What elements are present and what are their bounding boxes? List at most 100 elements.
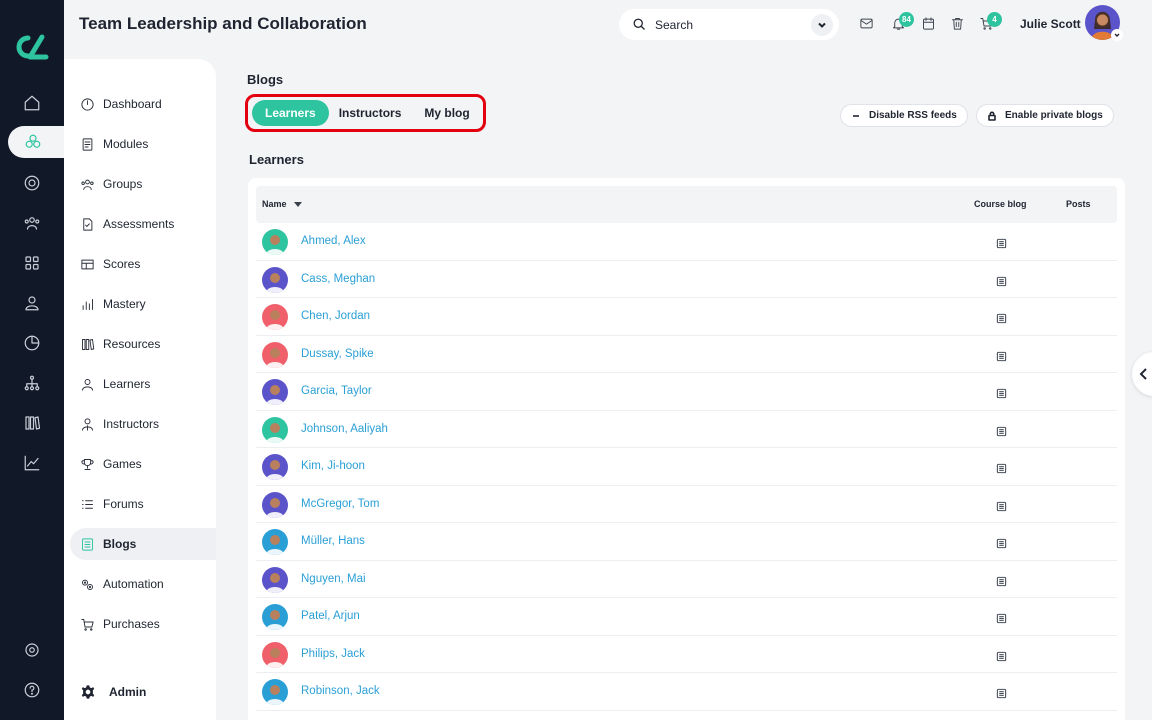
- icon-rail: [0, 0, 80, 720]
- sidebar-item-assessments[interactable]: Assessments: [70, 208, 216, 240]
- avatar: [262, 491, 288, 518]
- sidebar-item-automation[interactable]: Automation: [70, 568, 216, 600]
- sidebar-item-blogs[interactable]: Blogs: [70, 528, 216, 560]
- tab-my-blog[interactable]: My blog: [411, 100, 482, 126]
- profile-icon[interactable]: [16, 287, 48, 319]
- table-row: Patel, Arjun: [256, 598, 1117, 636]
- mail-icon[interactable]: [859, 16, 875, 32]
- instructors-icon: [82, 417, 93, 431]
- learner-name-link[interactable]: Ahmed, Alex: [301, 235, 366, 247]
- disable-rss-label: Disable RSS feeds: [869, 110, 957, 121]
- tab-learners[interactable]: Learners: [252, 100, 329, 126]
- learner-name-link[interactable]: Chen, Jordan: [301, 310, 370, 322]
- help-icon[interactable]: [16, 674, 48, 706]
- sidebar-item-label: Modules: [103, 137, 149, 151]
- blog-tabs: Learners Instructors My blog: [245, 94, 486, 132]
- search-dropdown-button[interactable]: [811, 14, 833, 36]
- sidebar-item-groups[interactable]: Groups: [70, 168, 216, 200]
- sidebar-item-mastery[interactable]: Mastery: [70, 288, 216, 320]
- sidebar-item-label: Forums: [103, 497, 144, 511]
- learner-name-link[interactable]: McGregor, Tom: [301, 498, 379, 510]
- users-icon[interactable]: [16, 207, 48, 239]
- sidebar-item-instructors[interactable]: Instructors: [70, 408, 216, 440]
- learner-name-link[interactable]: Garcia, Taylor: [301, 385, 372, 397]
- table-row: Garcia, Taylor: [256, 373, 1117, 411]
- disable-rss-button[interactable]: Disable RSS feeds: [840, 104, 968, 127]
- learner-name-link[interactable]: Nguyen, Mai: [301, 573, 366, 585]
- enable-private-blogs-button[interactable]: Enable private blogs: [976, 104, 1114, 127]
- course-blog-icon[interactable]: [996, 499, 1007, 511]
- avatar: [262, 229, 288, 255]
- course-blog-icon[interactable]: [996, 424, 1007, 436]
- learner-name-link[interactable]: Kim, Ji-hoon: [301, 460, 365, 472]
- learner-name-link[interactable]: Dussay, Spike: [301, 348, 374, 360]
- calendar-icon[interactable]: [921, 16, 937, 32]
- sidebar-item-label: Resources: [103, 337, 161, 351]
- pie-chart-icon[interactable]: [16, 327, 48, 359]
- sidebar-item-label: Blogs: [103, 537, 137, 551]
- course-blog-icon[interactable]: [996, 311, 1007, 324]
- sort-down-icon: [293, 201, 302, 207]
- course-blog-icon[interactable]: [996, 649, 1007, 661]
- name-column-header[interactable]: Name: [262, 199, 302, 209]
- tab-instructors[interactable]: Instructors: [326, 100, 415, 126]
- sidebar-item-purchases[interactable]: Purchases: [70, 608, 216, 640]
- user-name[interactable]: Julie Scott: [1020, 17, 1081, 31]
- sidebar-item-dashboard[interactable]: Dashboard: [70, 88, 216, 120]
- course-blog-column-header: Course blog: [974, 199, 1027, 209]
- learner-name-link[interactable]: Müller, Hans: [301, 535, 365, 547]
- learner-name-link[interactable]: Philips, Jack: [301, 648, 365, 660]
- course-blog-icon[interactable]: [996, 349, 1007, 361]
- blogs-icon: [82, 537, 93, 551]
- table-row: Robinson, Jack: [256, 673, 1117, 711]
- modules-icon: [82, 137, 93, 151]
- course-blog-icon[interactable]: [996, 686, 1007, 699]
- course-blog-icon[interactable]: [996, 386, 1007, 399]
- hierarchy-icon[interactable]: [16, 367, 48, 399]
- search-input[interactable]: Search: [619, 9, 839, 40]
- sidebar-item-label: Purchases: [103, 617, 160, 631]
- resources-icon: [82, 338, 95, 350]
- avatar: [262, 641, 288, 668]
- course-blog-icon[interactable]: [996, 574, 1007, 586]
- course-blog-icon[interactable]: [996, 236, 1007, 249]
- settings-icon[interactable]: [16, 634, 48, 666]
- course-blog-icon[interactable]: [996, 274, 1007, 286]
- learner-name-link[interactable]: Cass, Meghan: [301, 273, 375, 285]
- course-blog-icon[interactable]: [996, 611, 1007, 624]
- admin-button[interactable]: Admin: [80, 684, 146, 700]
- learners-table: Name Course blog Posts Ahmed, Alex Cass, …: [248, 178, 1125, 720]
- table-row: Müller, Hans: [256, 523, 1117, 561]
- groups-icon: [81, 179, 94, 190]
- home-icon[interactable]: [16, 87, 48, 119]
- learner-name-link[interactable]: Johnson, Aaliyah: [301, 423, 388, 435]
- minus-icon: [853, 114, 859, 117]
- learner-name-link[interactable]: Robinson, Jack: [301, 685, 380, 697]
- apps-icon[interactable]: [16, 247, 48, 279]
- app-logo[interactable]: [12, 32, 52, 62]
- enable-private-label: Enable private blogs: [1005, 110, 1103, 121]
- trash-icon[interactable]: [950, 16, 966, 32]
- sidebar-item-learners[interactable]: Learners: [70, 368, 216, 400]
- chevron-down-icon: [1114, 33, 1120, 37]
- avatar: [262, 604, 288, 630]
- automation-icon: [82, 579, 93, 590]
- table-header: Name Course blog Posts: [256, 186, 1117, 223]
- line-chart-icon[interactable]: [16, 447, 48, 479]
- course-blog-icon[interactable]: [996, 461, 1007, 474]
- library-icon[interactable]: [16, 407, 48, 439]
- collapse-panel-button[interactable]: [1132, 352, 1152, 396]
- course-blog-icon[interactable]: [996, 536, 1007, 549]
- sidebar-item-scores[interactable]: Scores: [70, 248, 216, 280]
- sidebar-item-forums[interactable]: Forums: [70, 488, 216, 520]
- user-menu-chevron[interactable]: [1111, 29, 1123, 41]
- sidebar-item-modules[interactable]: Modules: [70, 128, 216, 160]
- sidebar-item-games[interactable]: Games: [70, 448, 216, 480]
- avatar: [262, 304, 288, 330]
- mastery-icon: [82, 298, 93, 310]
- sidebar-item-resources[interactable]: Resources: [70, 328, 216, 360]
- section-label: Blogs: [247, 72, 284, 87]
- avatar: [262, 679, 288, 705]
- learner-name-link[interactable]: Patel, Arjun: [301, 610, 360, 622]
- target-icon[interactable]: [16, 167, 48, 199]
